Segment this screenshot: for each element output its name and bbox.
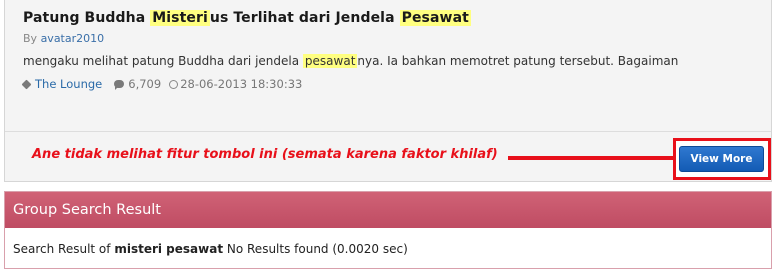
thread-snippet: mengaku melihat patung Buddha dari jende… [23, 54, 678, 68]
result-prefix: Search Result of [13, 242, 115, 256]
comment-icon [114, 80, 125, 90]
thread-meta: The Lounge 6,709 28-06-2013 18:30:33 [21, 77, 303, 91]
title-text[interactable]: us Terlihat dari Jendela [210, 10, 400, 26]
author-link[interactable]: avatar2010 [41, 32, 105, 45]
search-query: misteri pesawat [114, 242, 224, 256]
group-search-header: Group Search Result [5, 192, 771, 228]
post-date: 28-06-2013 18:30:33 [180, 77, 303, 91]
snippet-text: mengaku melihat patung Buddha dari jende… [23, 54, 303, 68]
group-search-panel: Group Search Result Search Result of mis… [4, 191, 772, 269]
group-search-message: Search Result of misteri pesawat No Resu… [13, 242, 408, 256]
snippet-text: nya. Ia bahkan memotret patung tersebut.… [357, 54, 679, 68]
thread-title[interactable]: Patung Buddha Misteri us Terlihat dari Je… [23, 10, 471, 26]
result-suffix: No Results found (0.0020 sec) [223, 242, 408, 256]
forum-link[interactable]: The Lounge [35, 77, 102, 91]
reply-count: 6,709 [128, 77, 162, 91]
snippet-highlight-pesawat: pesawat [302, 54, 358, 68]
title-highlight-pesawat[interactable]: Pesawat [399, 10, 471, 26]
divider [5, 131, 771, 132]
thread-byline: By avatar2010 [23, 32, 104, 45]
by-label: By [23, 32, 41, 45]
annotation-arrow [508, 156, 674, 160]
annotation-text: Ane tidak melihat fitur tombol ini (sema… [32, 147, 498, 162]
title-text[interactable]: Patung Buddha [23, 10, 150, 26]
title-highlight-misteri[interactable]: Misteri [150, 10, 210, 26]
clock-icon [169, 79, 179, 89]
view-more-button[interactable]: View More [679, 146, 764, 172]
tag-icon [21, 79, 32, 89]
